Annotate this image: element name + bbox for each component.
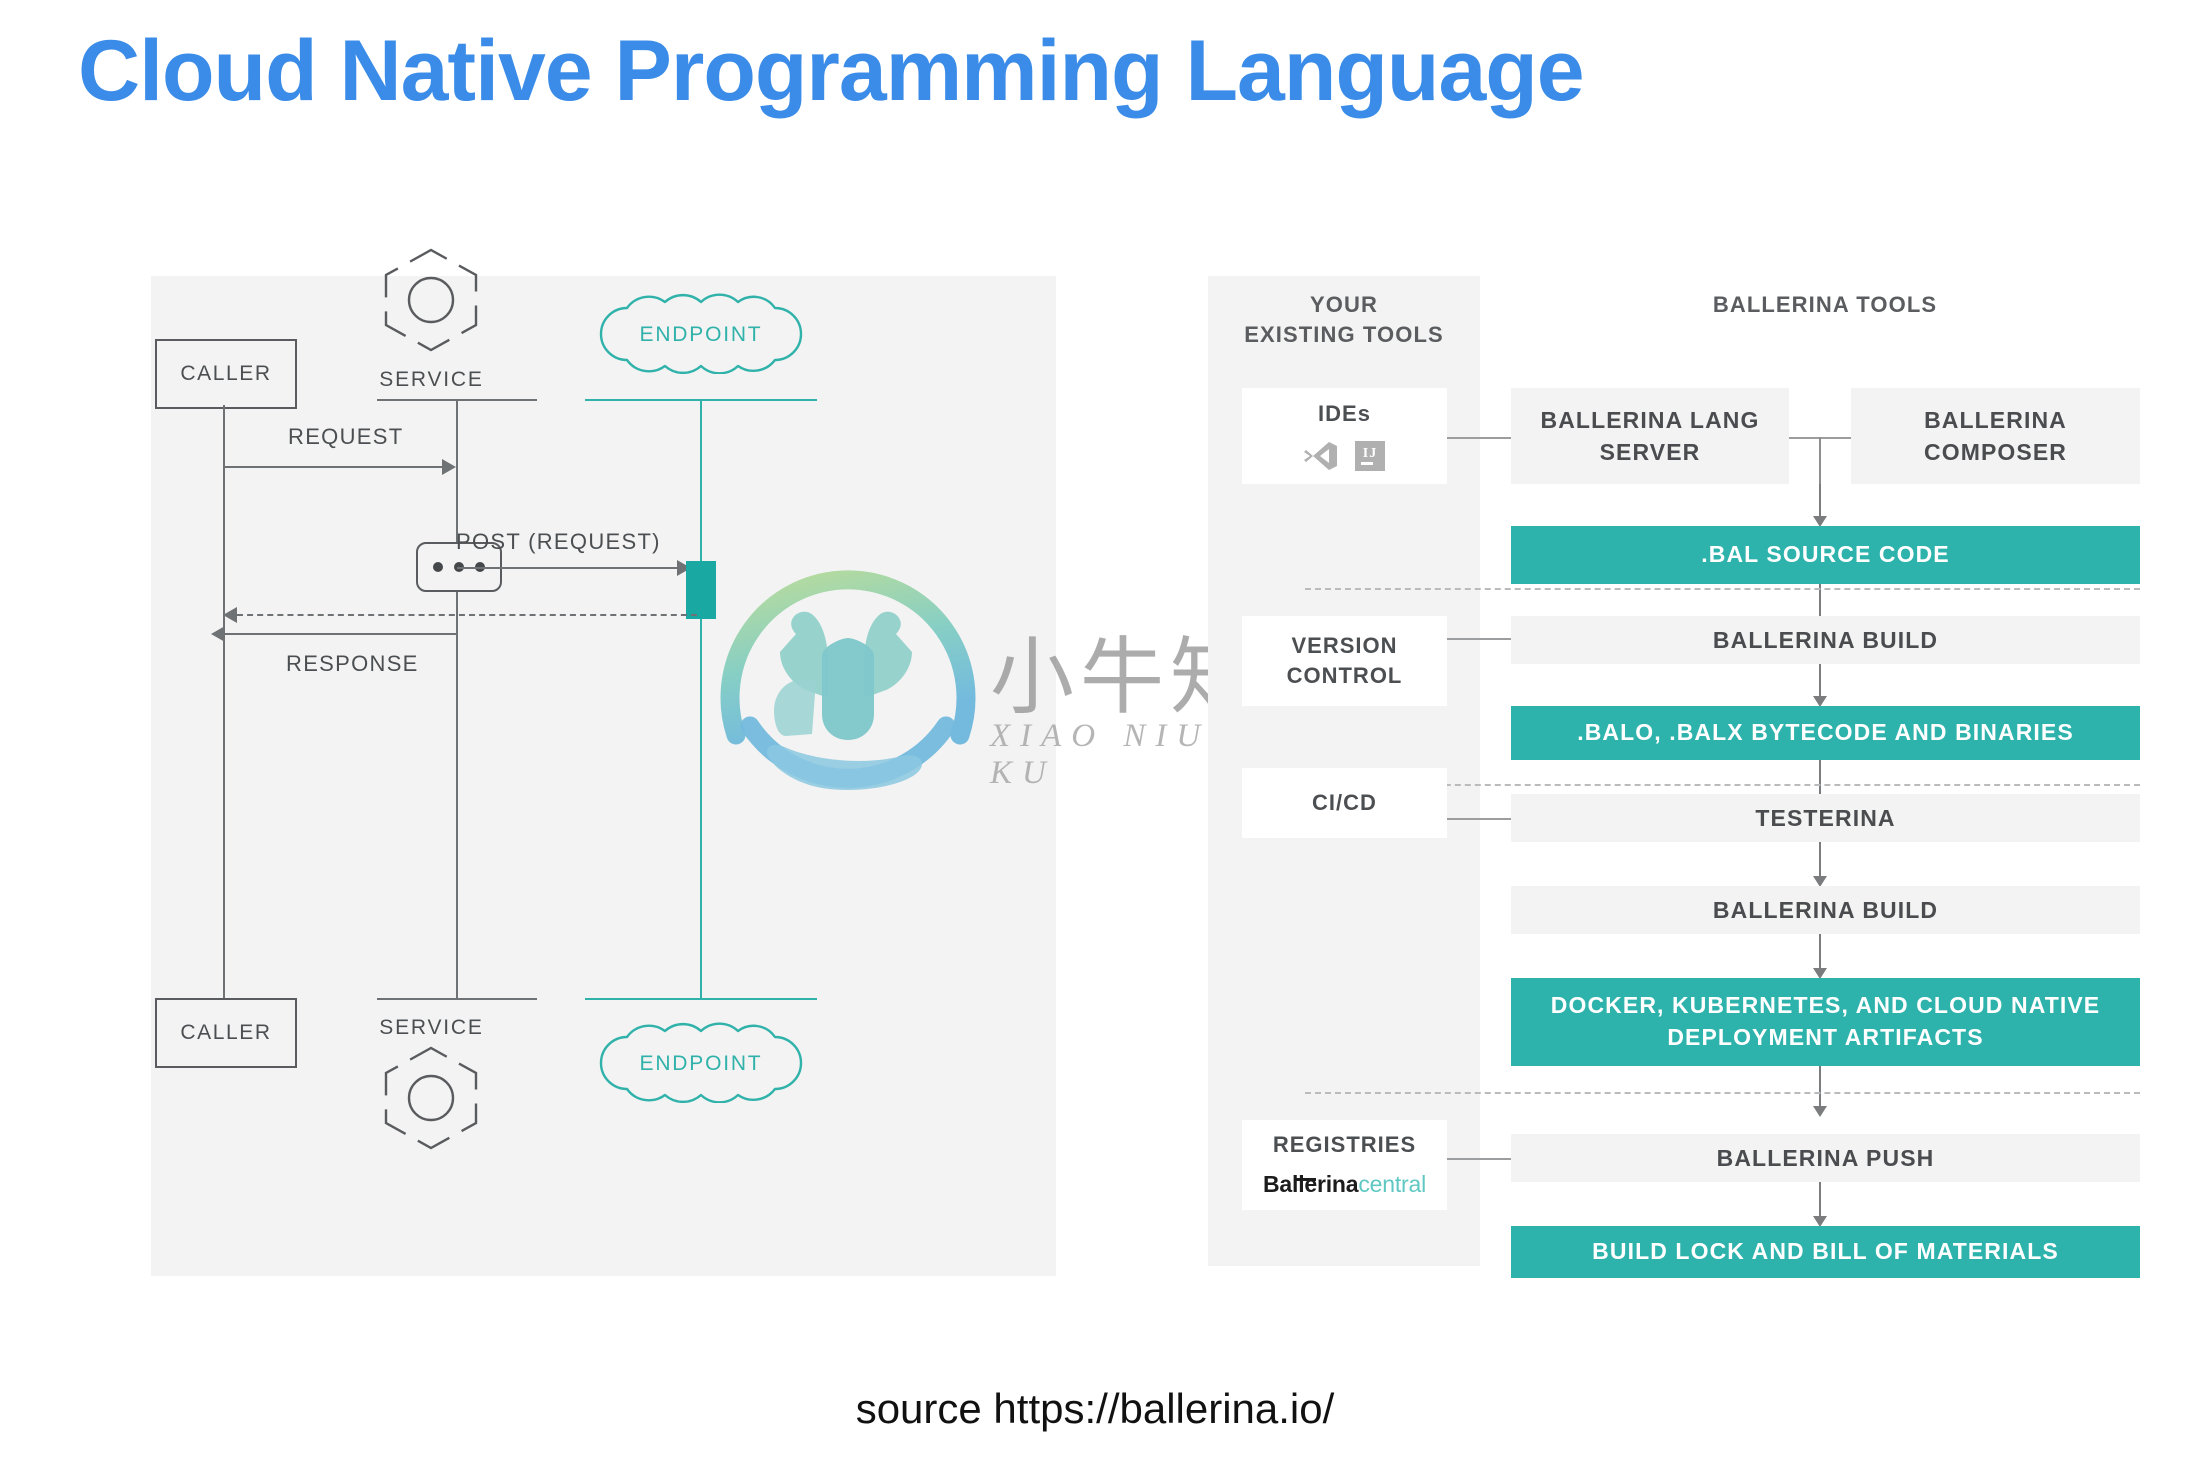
service-label-bottom: SERVICE [379, 1016, 484, 1039]
request-arrow-line [224, 466, 442, 468]
endpoint-label-bottom: ENDPOINT [639, 1052, 763, 1075]
version-control-box[interactable]: VERSION CONTROL [1242, 616, 1447, 706]
response-arrow-head [211, 626, 225, 642]
return-arrow-dashed [237, 614, 697, 616]
balo-balx-bytecode-box[interactable]: .BALO, .BALX BYTECODE AND BINARIES [1511, 706, 2140, 760]
intellij-icon: IJ [1354, 440, 1385, 471]
connector-ides-langserver [1447, 437, 1511, 439]
caller-box-bottom: CALLER [155, 998, 297, 1068]
source-caption: source https://ballerina.io/ [855, 1385, 1335, 1432]
service-lane-bar-bottom [377, 998, 537, 1000]
existing-tools-title: YOUR EXISTING TOOLS [1244, 292, 1444, 347]
endpoint-lane-bar-bottom [585, 998, 817, 1000]
service-hexagon-icon-top [384, 248, 478, 352]
ballerina-push-box[interactable]: BALLERINA PUSH [1511, 1134, 2140, 1182]
connector-cicd-testerina [1447, 818, 1511, 820]
message-label-request: REQUEST [288, 424, 404, 449]
registries-label: REGISTRIES [1272, 1132, 1417, 1158]
deployment-artifacts-box[interactable]: DOCKER, KUBERNETES, AND CLOUD NATIVE DEP… [1511, 978, 2140, 1066]
endpoint-lifeline [700, 399, 702, 999]
ci-cd-box[interactable]: CI/CD [1242, 768, 1447, 838]
response-arrow-line [224, 633, 456, 635]
service-hexagon-icon-bottom [384, 1046, 478, 1150]
connector-registries-push [1447, 1158, 1511, 1160]
page-title: Cloud Native Programming Language [78, 23, 1585, 119]
bal-source-code-box[interactable]: .BAL SOURCE CODE [1511, 526, 2140, 584]
endpoint-label-top: ENDPOINT [639, 323, 763, 346]
ballerina-central-logo: Ballerina central [1263, 1169, 1426, 1200]
post-arrow-line [457, 567, 677, 569]
ides-box[interactable]: IDEs IJ [1242, 388, 1447, 484]
caller-label-bottom: CALLER [180, 1021, 272, 1044]
arrow-to-deployment-artifacts [1813, 934, 1827, 979]
phase-separator-1 [1305, 588, 2140, 590]
ellipsis-dot-1 [433, 562, 443, 572]
slide-root: Cloud Native Programming Language SERVIC… [0, 0, 2190, 1478]
svg-text:IJ: IJ [1362, 446, 1376, 461]
arrow-to-ballerina-push [1813, 1066, 1827, 1117]
phase-separator-3 [1305, 1092, 2140, 1094]
arrow-to-build-lock [1813, 1182, 1827, 1227]
connector-versioncontrol-build [1447, 638, 1511, 640]
service-label-top: SERVICE [379, 368, 484, 391]
return-arrow-head [223, 607, 237, 623]
ballerina-tools-title: BALLERINA TOOLS [1712, 292, 1938, 317]
testerina-box[interactable]: TESTERINA [1511, 794, 2140, 842]
request-arrow-head [442, 459, 456, 475]
ballerina-central-secondary: central [1358, 1170, 1426, 1197]
ballerina-lang-server-box[interactable]: BALLERINA LANG SERVER [1511, 388, 1789, 484]
ballerina-central-primary: Ballerina [1263, 1170, 1359, 1197]
arrow-to-ballerina-build-2 [1813, 842, 1827, 887]
caller-label-top: CALLER [180, 362, 272, 385]
ballerina-build-box-1[interactable]: BALLERINA BUILD [1511, 616, 2140, 664]
ballerina-central-mark [1296, 1177, 1316, 1181]
message-label-response: RESPONSE [286, 651, 419, 676]
ide-icons-group: IJ [1303, 439, 1386, 473]
build-lock-bom-box[interactable]: BUILD LOCK AND BILL OF MATERIALS [1511, 1226, 2140, 1278]
ballerina-build-box-2[interactable]: BALLERINA BUILD [1511, 886, 2140, 934]
service-lifeline [456, 399, 458, 999]
ballerina-composer-box[interactable]: BALLERINA COMPOSER [1851, 388, 2140, 484]
endpoint-activation-bar [686, 561, 716, 619]
caller-lifeline [223, 405, 225, 999]
ides-label: IDEs [1318, 401, 1371, 427]
arrow-to-bytecode [1813, 664, 1827, 707]
registries-box[interactable]: REGISTRIES Ballerina central [1242, 1120, 1447, 1210]
vscode-icon [1303, 441, 1337, 470]
arrow-to-bal-source [1813, 484, 1827, 527]
message-label-post-request: POST (REQUEST) [456, 529, 661, 554]
sequence-diagram-panel: SERVICE ENDPOINT CALLER REQUEST POST (RE… [151, 248, 1056, 1276]
caller-box-top: CALLER [155, 339, 297, 409]
